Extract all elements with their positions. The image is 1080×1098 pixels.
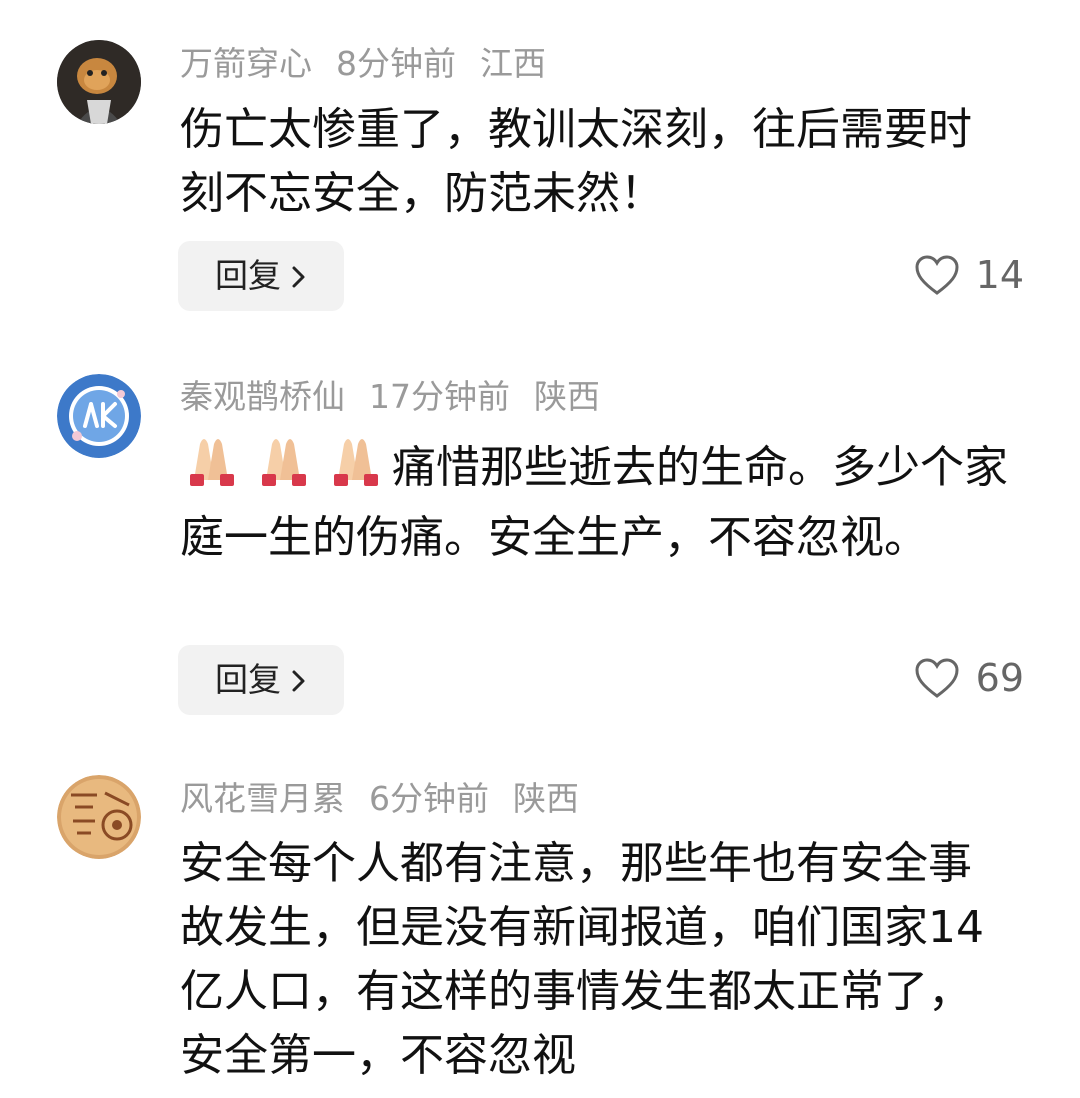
comment-item: 秦观鹊桥仙 17分钟前 陕西 痛惜那些逝去的生命。多少个家庭一生的伤痛。安全生产… — [0, 340, 1080, 740]
like-count: 69 — [975, 656, 1024, 700]
timestamp: 8分钟前 — [336, 44, 456, 83]
chevron-right-icon — [291, 243, 307, 313]
username[interactable]: 万箭穿心 — [180, 44, 312, 83]
comment-meta: 风花雪月累 6分钟前 陕西 — [180, 779, 603, 819]
like-button[interactable]: 69 — [914, 648, 1024, 708]
comment-text: 安全每个人都有注意，那些年也有安全事故发生，但是没有新闻报道，咱们国家14亿人口… — [180, 838, 984, 1081]
comment-text: 痛惜那些逝去的生命。多少个家庭一生的伤痛。安全生产，不容忽视。 — [180, 430, 1040, 570]
comment-item: 万箭穿心 8分钟前 江西 伤亡太惨重了，教训太深刻，往后需要时刻不忘安全，防范未然！… — [0, 0, 1080, 340]
folded-hands-emoji — [180, 430, 392, 506]
avatar[interactable] — [57, 374, 141, 458]
reply-button[interactable]: 回复 — [178, 241, 344, 311]
like-count: 14 — [975, 253, 1024, 297]
comment-text: 伤亡太惨重了，教训太深刻，往后需要时刻不忘安全，防范未然！ — [180, 104, 972, 219]
timestamp: 6分钟前 — [369, 779, 489, 818]
like-button[interactable]: 14 — [914, 245, 1024, 305]
timestamp: 17分钟前 — [369, 377, 510, 416]
reply-button[interactable]: 回复 — [178, 645, 344, 715]
username[interactable]: 秦观鹊桥仙 — [180, 377, 345, 416]
comment-item: 风花雪月累 6分钟前 陕西 安全每个人都有注意，那些年也有安全事故发生，但是没有新闻… — [0, 740, 1080, 1098]
avatar[interactable] — [57, 40, 141, 124]
avatar[interactable] — [57, 775, 141, 859]
comment-meta: 万箭穿心 8分钟前 江西 — [180, 44, 570, 84]
heart-outline-icon — [915, 658, 959, 698]
avatar-image — [57, 374, 141, 458]
avatar-image — [57, 40, 141, 124]
region: 江西 — [480, 44, 546, 83]
username[interactable]: 风花雪月累 — [180, 779, 345, 818]
reply-label: 回复 — [215, 660, 281, 699]
chevron-right-icon — [291, 647, 307, 717]
comment-meta: 秦观鹊桥仙 17分钟前 陕西 — [180, 377, 624, 417]
avatar-image — [57, 775, 141, 859]
heart-outline-icon — [915, 255, 959, 295]
reply-label: 回复 — [215, 256, 281, 295]
region: 陕西 — [513, 779, 579, 818]
region: 陕西 — [534, 377, 600, 416]
